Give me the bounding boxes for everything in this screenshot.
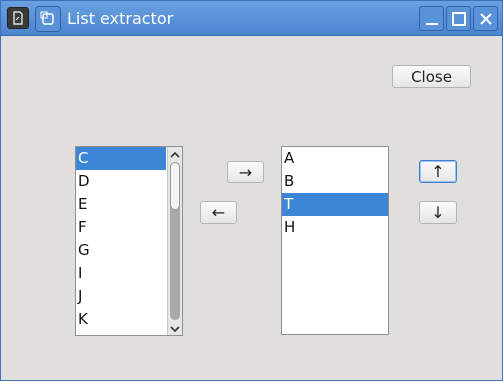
minimize-button[interactable]: [419, 6, 444, 31]
window-menu-icon[interactable]: [35, 6, 61, 32]
list-item[interactable]: D: [76, 170, 166, 193]
list-item[interactable]: T: [282, 193, 388, 216]
title-bar[interactable]: List extractor: [1, 1, 502, 36]
list-item[interactable]: H: [282, 216, 388, 239]
list-item[interactable]: E: [76, 193, 166, 216]
source-list[interactable]: C D E F G I J K: [75, 146, 183, 336]
list-item[interactable]: G: [76, 239, 166, 262]
scroll-track[interactable]: [170, 162, 180, 320]
move-left-button[interactable]: ←: [200, 201, 237, 224]
move-up-button[interactable]: ↑: [419, 160, 457, 183]
list-item[interactable]: I: [76, 262, 166, 285]
list-item[interactable]: F: [76, 216, 166, 239]
list-item[interactable]: B: [282, 170, 388, 193]
window-title: List extractor: [67, 9, 174, 28]
maximize-icon: [452, 12, 466, 26]
move-down-button[interactable]: ↓: [419, 201, 457, 224]
scroll-up-button[interactable]: [168, 147, 182, 161]
maximize-button[interactable]: [446, 6, 471, 31]
close-button[interactable]: Close: [392, 65, 471, 88]
window-close-button[interactable]: [473, 6, 498, 31]
source-list-scrollbar[interactable]: [167, 147, 182, 335]
list-item[interactable]: A: [282, 147, 388, 170]
app-icon: [7, 7, 29, 29]
close-icon: [480, 13, 492, 25]
chevron-up-icon: [170, 151, 180, 158]
target-list[interactable]: A B T H: [281, 146, 389, 335]
list-item[interactable]: C: [76, 147, 166, 170]
main-window: List extractor Close C D E F G I J K → ←…: [0, 0, 503, 381]
move-right-button[interactable]: →: [227, 161, 264, 183]
list-item[interactable]: J: [76, 285, 166, 308]
minimize-icon: [426, 23, 438, 25]
list-item[interactable]: K: [76, 308, 166, 331]
scroll-down-button[interactable]: [168, 321, 182, 335]
scroll-thumb[interactable]: [170, 162, 180, 210]
chevron-down-icon: [170, 326, 180, 333]
